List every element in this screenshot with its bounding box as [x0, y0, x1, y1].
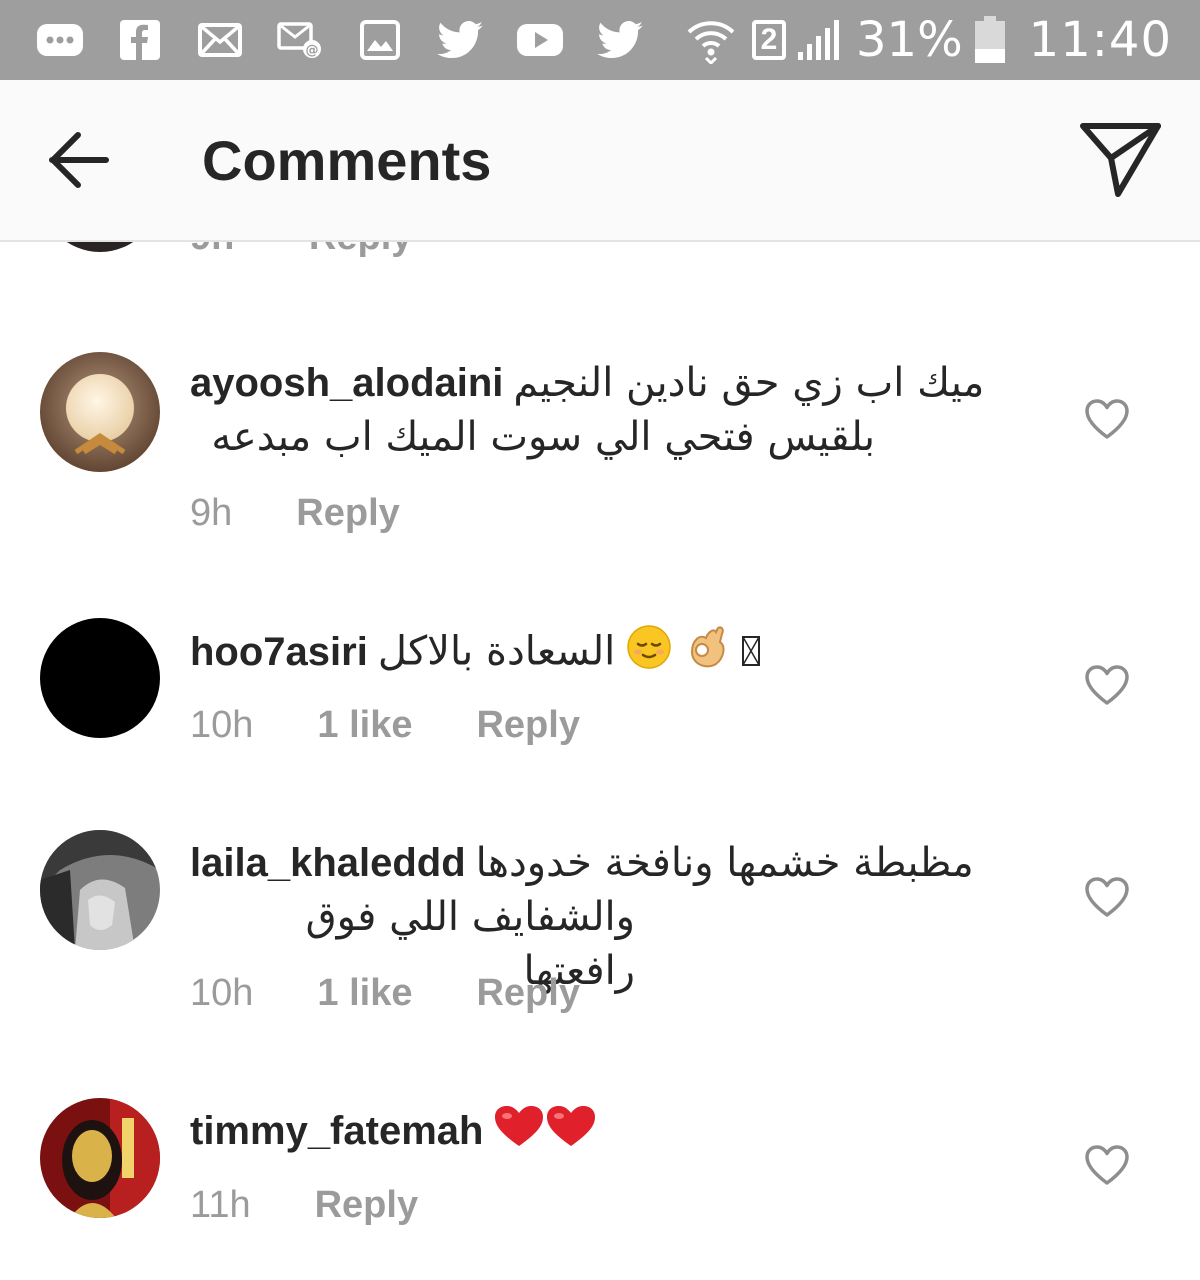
sim-icon: 2 — [751, 20, 786, 60]
reply-button[interactable]: Reply — [476, 700, 579, 750]
youtube-icon — [516, 18, 564, 62]
comment-body: hoo7asiri السعادة بالاكل — [190, 624, 1030, 684]
avatar[interactable] — [40, 1098, 160, 1218]
comment-text: مظبطة خشمها ونافخة خدودها — [475, 840, 974, 886]
comment-username[interactable]: hoo7asiri — [190, 630, 368, 674]
signal-icon — [796, 20, 842, 60]
battery-icon — [973, 16, 1007, 64]
comment-time: 10h — [190, 972, 254, 1014]
page-title: Comments — [202, 129, 492, 192]
comment-username[interactable]: laila_khaleddd — [190, 841, 466, 885]
heart-icon[interactable] — [1084, 1144, 1130, 1186]
likes-count[interactable]: 1 like — [317, 968, 412, 1018]
comment-text: بلقيس فتحي الي سوت الميك اب مبدعه — [211, 414, 875, 460]
red-heart-emoji — [493, 1104, 545, 1162]
missing-glyph-icon — [741, 627, 761, 681]
avatar[interactable] — [40, 618, 160, 738]
avatar[interactable] — [40, 242, 160, 252]
twitter-icon — [596, 18, 644, 62]
reply-button[interactable]: Reply — [476, 968, 579, 1018]
comment-meta: 10h 1 like Reply — [190, 700, 580, 750]
more-icon — [36, 18, 84, 62]
likes-count[interactable]: 1 like — [317, 700, 412, 750]
reply-button[interactable]: Reply — [315, 1180, 418, 1230]
comment-time: 11h — [190, 1184, 251, 1226]
battery-percent: 31% — [855, 12, 963, 68]
heart-icon[interactable] — [1084, 876, 1130, 918]
comment-time: 9h — [190, 242, 234, 258]
comments-list[interactable]: 9h Reply ayoosh_alodainiميك اب زي حق ناد… — [0, 242, 1200, 1280]
red-heart-emoji — [545, 1104, 597, 1162]
heart-icon[interactable] — [1084, 398, 1130, 440]
back-button[interactable] — [48, 132, 112, 188]
heart-icon[interactable] — [1084, 664, 1130, 706]
share-button[interactable] — [1078, 120, 1164, 200]
relieved-face-emoji — [626, 624, 672, 684]
comment-time: 9h — [190, 492, 233, 534]
reply-button[interactable]: Reply — [296, 488, 399, 538]
mail-sync-icon: @ — [276, 18, 324, 62]
clock: 11:40 — [1028, 12, 1172, 68]
comment-meta: 10h 1 like Reply — [190, 968, 580, 1018]
twitter-icon — [436, 18, 484, 62]
facebook-icon — [116, 18, 164, 62]
comment-text: ميك اب زي حق نادين النجيم — [513, 360, 985, 406]
system-indicators: 2 31% 11:40 — [686, 8, 1172, 72]
comment-body: ayoosh_alodaini ميك اب زي حق نادين النجيم… — [190, 356, 1030, 464]
ok-hand-emoji — [684, 624, 730, 684]
comment-text: السعادة بالاكل — [377, 628, 616, 675]
comment-body: timmy_fatemah — [190, 1104, 1030, 1162]
comments-header: Comments — [0, 80, 1200, 242]
gallery-icon — [356, 18, 404, 62]
comment-time: 10h — [190, 704, 254, 746]
comment-meta: 9h Reply — [190, 242, 476, 259]
notification-icons: @ — [36, 18, 676, 62]
comment-meta: 9h Reply — [190, 488, 400, 538]
avatar[interactable] — [40, 830, 160, 950]
avatar[interactable] — [40, 352, 160, 472]
comment-username[interactable]: ayoosh_alodaini — [190, 361, 503, 405]
reply-button[interactable]: Reply — [309, 242, 412, 258]
comment-username[interactable]: timmy_fatemah — [190, 1109, 483, 1153]
svg-text:@: @ — [306, 43, 319, 58]
wifi-icon — [686, 16, 736, 64]
status-bar: @ 2 31% 11:40 — [0, 0, 1200, 80]
send-icon — [1080, 123, 1161, 197]
comment-meta: 11h Reply — [190, 1180, 418, 1230]
back-arrow-icon — [49, 132, 109, 188]
email-icon — [196, 18, 244, 62]
